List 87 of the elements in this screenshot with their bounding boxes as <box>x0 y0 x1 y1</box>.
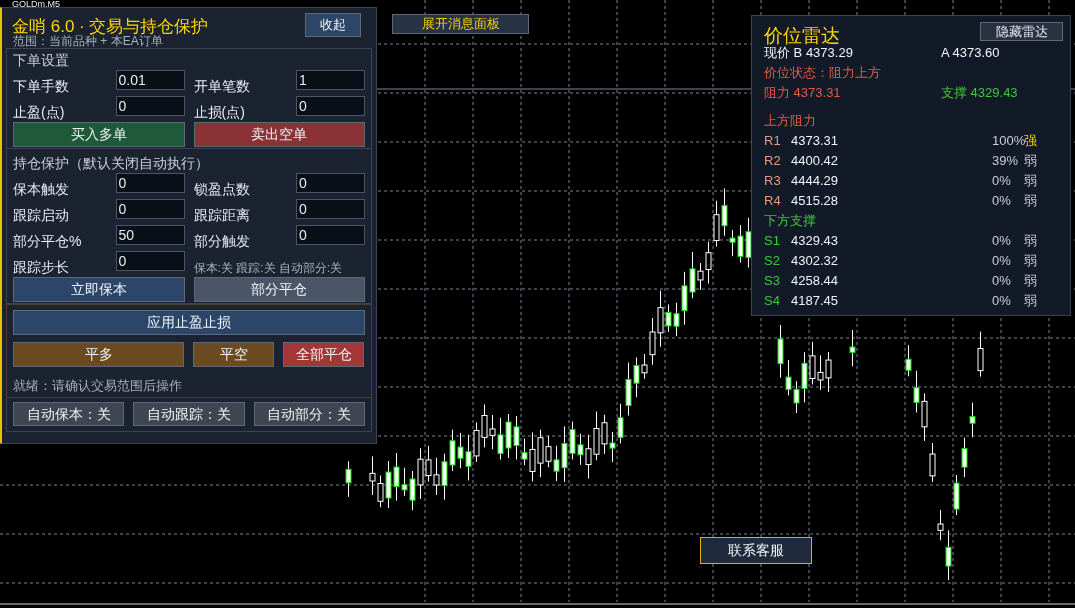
action-button[interactable]: 卖出空单 <box>193 122 365 147</box>
input-field[interactable]: 0 <box>296 173 365 193</box>
level-strength: 弱 <box>1024 272 1037 291</box>
collapse-button[interactable]: 收起 <box>305 13 361 37</box>
section-heading: 上方阻力 <box>764 112 817 130</box>
toggle-button[interactable]: 自动跟踪：关 <box>133 402 245 426</box>
level-percent: 0% <box>992 192 1012 211</box>
action-button[interactable]: 买入多单 <box>13 122 185 147</box>
level-price: 4329.43 <box>791 232 839 251</box>
contact-button[interactable]: 联系客服 <box>700 537 812 564</box>
radar-title: 价位雷达 <box>764 25 840 46</box>
candlestick <box>849 329 856 367</box>
level-name: R4 <box>764 192 782 211</box>
bid-price: 现价 B 4373.29 <box>764 45 854 62</box>
input-field[interactable]: 0 <box>296 96 365 116</box>
level-name: S2 <box>764 252 781 271</box>
level-strength: 弱 <box>1024 172 1037 191</box>
toggle-button[interactable]: 自动部分：关 <box>253 402 365 426</box>
level-percent: 0% <box>992 252 1012 271</box>
action-button[interactable]: 应用止盈止损 <box>13 310 365 335</box>
field-label: 下单手数 <box>13 78 69 95</box>
input-field[interactable]: 0 <box>296 199 365 219</box>
input-field[interactable]: 0 <box>296 225 365 245</box>
level-name: S4 <box>764 292 781 311</box>
level-strength: 强 <box>1024 132 1037 151</box>
panel-title: 金哨 6.0 · 交易与持仓保护 <box>12 16 209 36</box>
level-name: R1 <box>764 132 782 151</box>
field-label: 跟踪启动 <box>13 207 69 224</box>
input-field[interactable]: 1 <box>296 70 365 90</box>
level-strength: 弱 <box>1024 252 1037 271</box>
level-percent: 0% <box>992 172 1012 191</box>
chart-symbol: GOLDm,M5 <box>12 0 60 9</box>
ask-price: A 4373.60 <box>941 44 1000 62</box>
message-panel-button[interactable]: 展开消息面板 <box>392 14 529 34</box>
level-strength: 弱 <box>1024 152 1037 171</box>
level-price: 4302.32 <box>791 252 839 271</box>
input-field[interactable]: 50 <box>115 225 185 245</box>
input-field[interactable]: 0 <box>115 173 185 193</box>
level-name: R2 <box>764 152 782 171</box>
level-price: 4187.45 <box>791 292 839 311</box>
input-field[interactable]: 0 <box>115 251 185 271</box>
candlestick <box>977 331 984 378</box>
input-field[interactable]: 0 <box>115 199 185 219</box>
level-percent: 0% <box>992 272 1012 291</box>
level-name: S3 <box>764 272 781 291</box>
field-label: 开单笔数 <box>193 78 250 95</box>
level-price: 4258.44 <box>791 272 839 291</box>
action-button[interactable]: 平多 <box>13 342 184 367</box>
level-price: 4444.29 <box>791 172 839 191</box>
level-strength: 弱 <box>1024 232 1037 251</box>
action-button[interactable]: 平空 <box>193 342 274 367</box>
support-price: 支撑 4329.43 <box>941 84 1018 102</box>
action-button[interactable]: 部分平仓 <box>193 277 365 302</box>
action-button[interactable]: 全部平仓 <box>283 342 364 367</box>
hide-radar-button[interactable]: 隐藏雷达 <box>980 22 1063 41</box>
level-percent: 0% <box>992 292 1012 311</box>
scope-text: 范围：当前品种 + 本EA订单 <box>12 35 164 48</box>
field-label: 保本触发 <box>13 181 69 198</box>
toggle-button[interactable]: 自动保本：关 <box>13 402 125 426</box>
field-label: 跟踪步长 <box>13 259 69 276</box>
status-text: 就绪：请确认交易范围后操作 <box>13 378 183 394</box>
field-label: 部分触发 <box>193 233 250 250</box>
section-heading: 持仓保护（默认关闭自动执行） <box>13 154 210 172</box>
price-state: 价位状态：阻力上方 <box>764 64 882 82</box>
level-price: 4373.31 <box>791 132 839 151</box>
level-percent: 100% <box>992 132 1024 151</box>
level-percent: 39% <box>992 152 1020 171</box>
level-price: 4400.42 <box>791 152 839 171</box>
field-label: 部分平仓% <box>13 233 82 250</box>
section-heading: 下方支撑 <box>764 212 817 230</box>
level-price: 4515.28 <box>791 192 839 211</box>
field-label: 锁盈点数 <box>193 181 250 198</box>
level-name: R3 <box>764 172 782 191</box>
resistance-price: 阻力 4373.31 <box>764 84 842 102</box>
field-label: 跟踪距离 <box>193 207 250 224</box>
input-field[interactable]: 0.01 <box>115 70 185 90</box>
section-heading: 下单设置 <box>13 51 70 69</box>
level-strength: 弱 <box>1024 192 1037 211</box>
input-field[interactable]: 0 <box>115 96 185 116</box>
level-percent: 0% <box>992 232 1012 251</box>
action-button[interactable]: 立即保本 <box>13 277 185 302</box>
field-label: 止损(点) <box>193 104 245 121</box>
field-label: 止盈(点) <box>13 104 65 121</box>
level-name: S1 <box>764 232 781 251</box>
status-text: 保本:关 跟踪:关 自动部分:关 <box>193 261 343 276</box>
candlestick <box>345 460 352 498</box>
level-strength: 弱 <box>1024 292 1037 311</box>
